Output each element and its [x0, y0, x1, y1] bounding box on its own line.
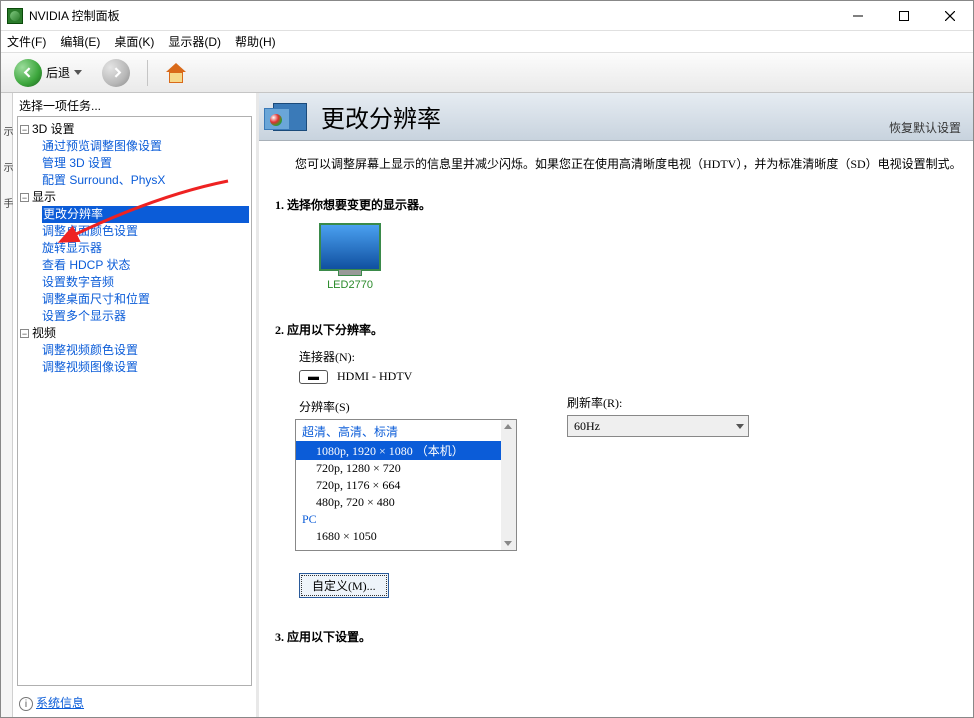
page-description: 您可以调整屏幕上显示的信息里并减少闪烁。如果您正在使用高清晰度电视（HDTV），…: [295, 155, 967, 172]
res-item-720p-1176[interactable]: 720p, 1176 × 664: [296, 477, 516, 494]
monitor-name: LED2770: [311, 279, 389, 291]
menu-help[interactable]: 帮助(H): [235, 33, 276, 50]
menu-file[interactable]: 文件(F): [7, 33, 46, 50]
tree-item-digital-audio[interactable]: 设置数字音频: [42, 274, 249, 291]
tree-item-multi-display[interactable]: 设置多个显示器: [42, 308, 249, 325]
connector-value: HDMI - HDTV: [337, 369, 412, 383]
tree-item-video-color[interactable]: 调整视频颜色设置: [42, 342, 249, 359]
connector-label: 连接器(N):: [299, 350, 355, 364]
back-icon: [14, 59, 42, 87]
res-item-1680[interactable]: 1680 × 1050: [296, 528, 516, 545]
tree-item-hdcp-status[interactable]: 查看 HDCP 状态: [42, 257, 249, 274]
tree-item-desktop-color[interactable]: 调整桌面颜色设置: [42, 223, 249, 240]
tree-group-display[interactable]: 显示: [32, 190, 56, 204]
reslist-header-pc: PC: [296, 511, 516, 528]
page-icon: [273, 103, 307, 131]
task-tree[interactable]: −3D 设置 通过预览调整图像设置 管理 3D 设置 配置 Surround、P…: [17, 116, 252, 686]
res-item-480p[interactable]: 480p, 720 × 480: [296, 494, 516, 511]
res-item-720p-1280[interactable]: 720p, 1280 × 720: [296, 460, 516, 477]
chevron-down-icon: [736, 424, 744, 429]
tree-item-surround-physx[interactable]: 配置 Surround、PhysX: [42, 172, 249, 189]
app-icon: [7, 8, 23, 24]
reslist-header-hd: 超清、高清、标清: [296, 422, 516, 441]
refresh-value: 60Hz: [574, 419, 600, 434]
tree-item-manage-3d[interactable]: 管理 3D 设置: [42, 155, 249, 172]
tree-item-desktop-size[interactable]: 调整桌面尺寸和位置: [42, 291, 249, 308]
menu-bar: 文件(F) 编辑(E) 桌面(K) 显示器(D) 帮助(H): [1, 31, 973, 53]
tree-item-change-resolution[interactable]: 更改分辨率: [42, 206, 249, 223]
page-title: 更改分辨率: [321, 99, 441, 134]
info-icon: i: [19, 697, 33, 711]
monitor-icon: [319, 223, 381, 271]
section-3-title: 3. 应用以下设置。: [275, 628, 967, 645]
hdmi-icon: ▬: [299, 370, 328, 384]
res-item-1080p[interactable]: 1080p, 1920 × 1080 （本机）: [296, 441, 516, 460]
menu-display[interactable]: 显示器(D): [168, 33, 221, 50]
toolbar-divider: [147, 60, 148, 86]
section-1-title: 1. 选择你想要变更的显示器。: [275, 196, 967, 213]
left-edge-strip: 示示手: [1, 93, 13, 717]
customize-button[interactable]: 自定义(M)...: [299, 573, 389, 598]
restore-defaults-link[interactable]: 恢复默认设置: [889, 119, 961, 136]
refresh-rate-select[interactable]: 60Hz: [567, 415, 749, 437]
tree-toggle-video[interactable]: −: [20, 329, 29, 338]
tree-item-preview-image[interactable]: 通过预览调整图像设置: [42, 138, 249, 155]
monitor-thumbnail[interactable]: LED2770: [311, 223, 389, 291]
reslist-scrollbar[interactable]: [501, 420, 516, 550]
menu-edit[interactable]: 编辑(E): [60, 33, 100, 50]
forward-icon: [102, 59, 130, 87]
back-dropdown-icon: [74, 70, 82, 75]
resolution-label: 分辨率(S): [299, 398, 517, 415]
menu-desktop[interactable]: 桌面(K): [114, 33, 154, 50]
refresh-label: 刷新率(R):: [567, 394, 749, 411]
tree-item-rotate-display[interactable]: 旋转显示器: [42, 240, 249, 257]
home-button[interactable]: [158, 59, 194, 87]
forward-button[interactable]: [95, 55, 137, 91]
sidebar-header: 选择一项任务...: [13, 93, 256, 114]
window-title: NVIDIA 控制面板: [29, 7, 835, 24]
minimize-button[interactable]: [835, 1, 881, 30]
home-icon: [165, 63, 187, 83]
back-label: 后退: [46, 64, 70, 81]
tree-toggle-display[interactable]: −: [20, 193, 29, 202]
tree-item-video-image[interactable]: 调整视频图像设置: [42, 359, 249, 376]
back-button[interactable]: 后退: [7, 55, 89, 91]
section-2-title: 2. 应用以下分辨率。: [275, 321, 967, 338]
maximize-button[interactable]: [881, 1, 927, 30]
tree-toggle-3d[interactable]: −: [20, 125, 29, 134]
tree-group-video[interactable]: 视频: [32, 326, 56, 340]
system-info-link[interactable]: 系统信息: [36, 696, 84, 710]
resolution-listbox[interactable]: 超清、高清、标清 1080p, 1920 × 1080 （本机） 720p, 1…: [295, 419, 517, 551]
tree-group-3d[interactable]: 3D 设置: [32, 122, 75, 136]
close-button[interactable]: [927, 1, 973, 30]
